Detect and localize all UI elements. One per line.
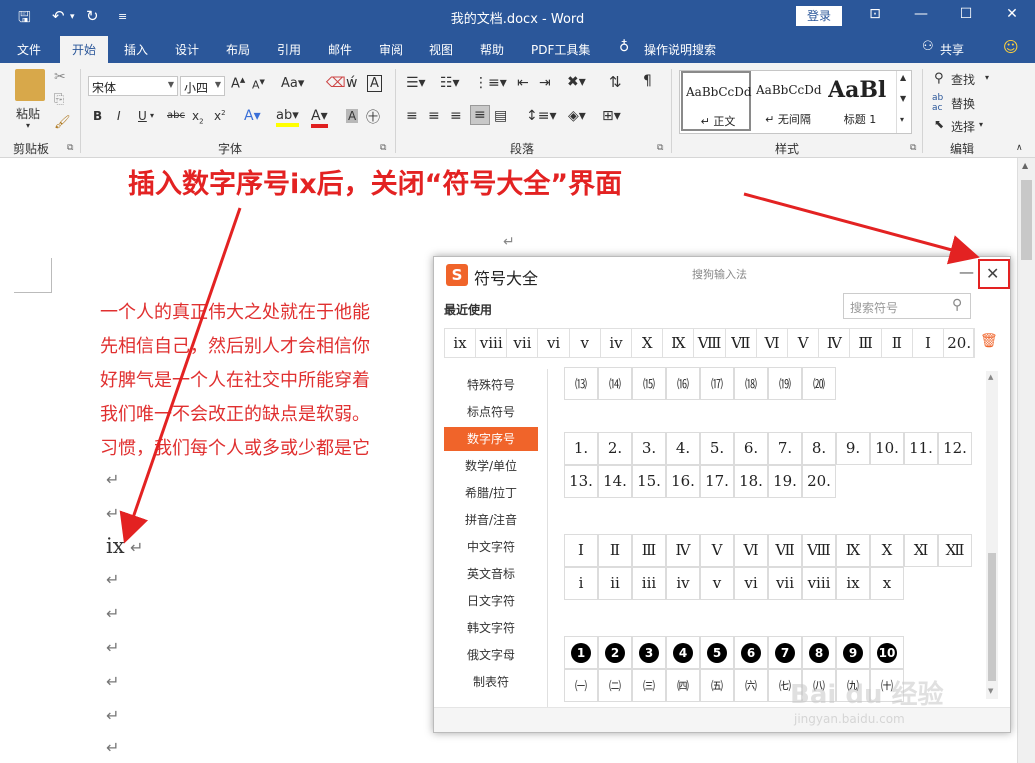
arrow-to-inserted [119,207,242,544]
watermark: Bai du 经验 jingyan.baidu.com [790,672,990,742]
watermark-brand: Bai du 经验 [790,680,944,710]
annotation-arrows [119,192,980,544]
arrow-to-close [743,192,980,265]
watermark-url: jingyan.baidu.com [794,712,905,726]
